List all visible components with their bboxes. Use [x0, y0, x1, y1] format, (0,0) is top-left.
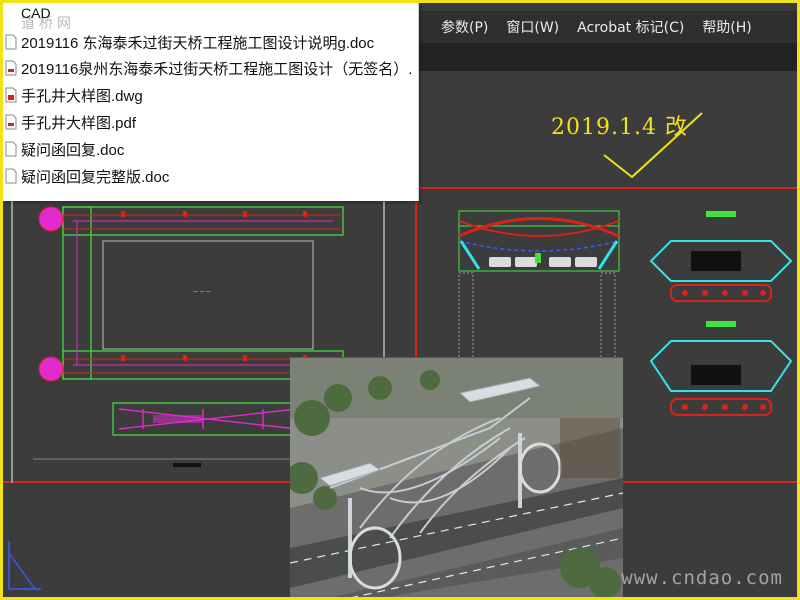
- pdf-file-icon: [5, 60, 17, 76]
- toolbar-strip: [413, 43, 797, 71]
- word-doc-icon: [5, 168, 17, 184]
- svg-text:— — —: — — —: [193, 289, 211, 295]
- file-name: 手孔井大样图.dwg: [21, 87, 143, 105]
- file-name: 2019116 东海泰禾过街天桥工程施工图设计说明g.doc: [21, 34, 375, 52]
- menu-params[interactable]: 参数(P): [441, 17, 488, 37]
- menu-help[interactable]: 帮助(H): [702, 17, 751, 37]
- site-watermark: www.cndao.com: [621, 567, 783, 589]
- menu-window[interactable]: 窗口(W): [506, 17, 559, 37]
- menu-acrobat-markup[interactable]: Acrobat 标记(C): [577, 17, 684, 37]
- pdf-file-icon: [5, 114, 17, 130]
- bridge-rendering-image: [290, 357, 623, 597]
- file-name: 手孔井大样图.pdf: [21, 114, 137, 132]
- file-item[interactable]: 手孔井大样图.dwg: [3, 82, 418, 108]
- word-doc-icon: [5, 141, 17, 157]
- file-list-panel: 道桥网 CAD 2019116 东海泰禾过街天桥工程施工图设计说明g.doc 2…: [3, 3, 419, 201]
- file-name: 疑问函回复.doc: [21, 141, 125, 159]
- file-item[interactable]: 疑问函回复.doc: [3, 136, 418, 162]
- screenshot-frame: 参数(P) 窗口(W) Acrobat 标记(C) 帮助(H) — — — 20…: [0, 0, 800, 600]
- file-item[interactable]: 2019116 东海泰禾过街天桥工程施工图设计说明g.doc: [3, 29, 418, 55]
- sheet-border-line: [11, 199, 13, 483]
- dwg-file-icon: [5, 87, 17, 103]
- file-item[interactable]: 2019116泉州东海泰禾过街天桥工程施工图设计（无签名）.: [3, 55, 418, 81]
- folder-name: CAD: [21, 5, 51, 21]
- word-doc-icon: [5, 34, 17, 50]
- sheet-border-line: [415, 187, 797, 189]
- file-item[interactable]: 手孔井大样图.pdf: [3, 109, 418, 135]
- revision-checkmark: [603, 112, 703, 179]
- file-name: 疑问函回复完整版.doc: [21, 168, 170, 186]
- file-name: 2019116泉州东海泰禾过街天桥工程施工图设计（无签名）.: [21, 60, 413, 78]
- menu-bar: 参数(P) 窗口(W) Acrobat 标记(C) 帮助(H): [413, 11, 797, 43]
- ucs-icon: [8, 541, 41, 590]
- file-item[interactable]: 疑问函回复完整版.doc: [3, 163, 418, 189]
